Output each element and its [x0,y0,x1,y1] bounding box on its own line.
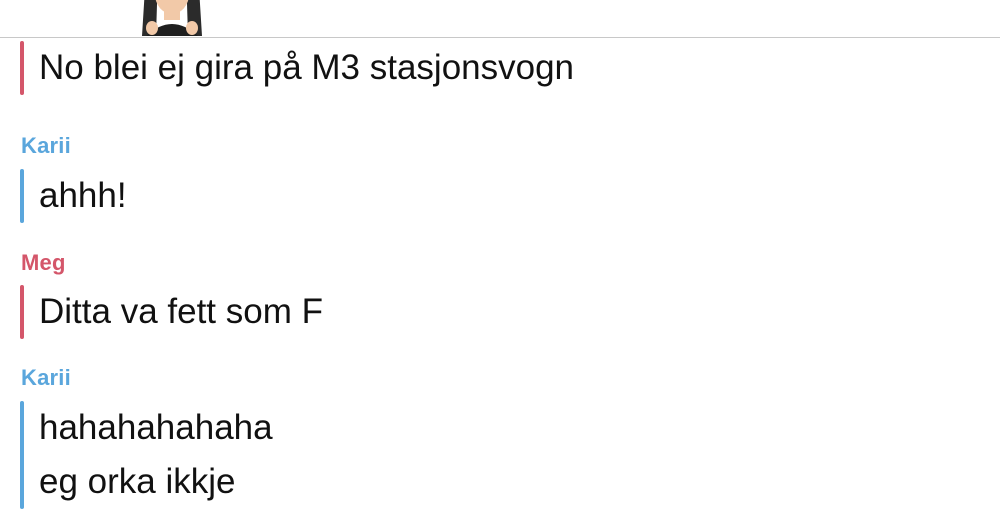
sender-label-karii: Karii [21,133,71,158]
message-text: No blei ej gira på M3 stasjonsvogn [39,48,575,87]
message-text: ahhh! [39,176,127,215]
message-bubble-meg[interactable]: Ditta va fett som F [20,285,323,339]
sender-label-meg: Meg [21,250,66,275]
message-accent-bar [20,169,24,223]
message-bubble-karii[interactable]: ahhh! [20,169,127,223]
message-text: hahahahahaha [39,408,273,447]
message-bubble-karii[interactable]: hahahahahaha eg orka ikkje [20,401,273,509]
chat-header [0,0,1000,38]
bitmoji-avatar-icon[interactable] [122,0,222,36]
message-accent-bar [20,41,24,95]
message-bubble-meg[interactable]: No blei ej gira på M3 stasjonsvogn [20,41,574,95]
message-accent-bar [20,401,24,509]
message-accent-bar [20,285,24,339]
sender-label-karii: Karii [21,365,71,390]
message-text: eg orka ikkje [39,462,236,501]
message-text: Ditta va fett som F [39,292,323,331]
chat-screen: No blei ej gira på M3 stasjonsvogn Karii… [0,0,1000,530]
